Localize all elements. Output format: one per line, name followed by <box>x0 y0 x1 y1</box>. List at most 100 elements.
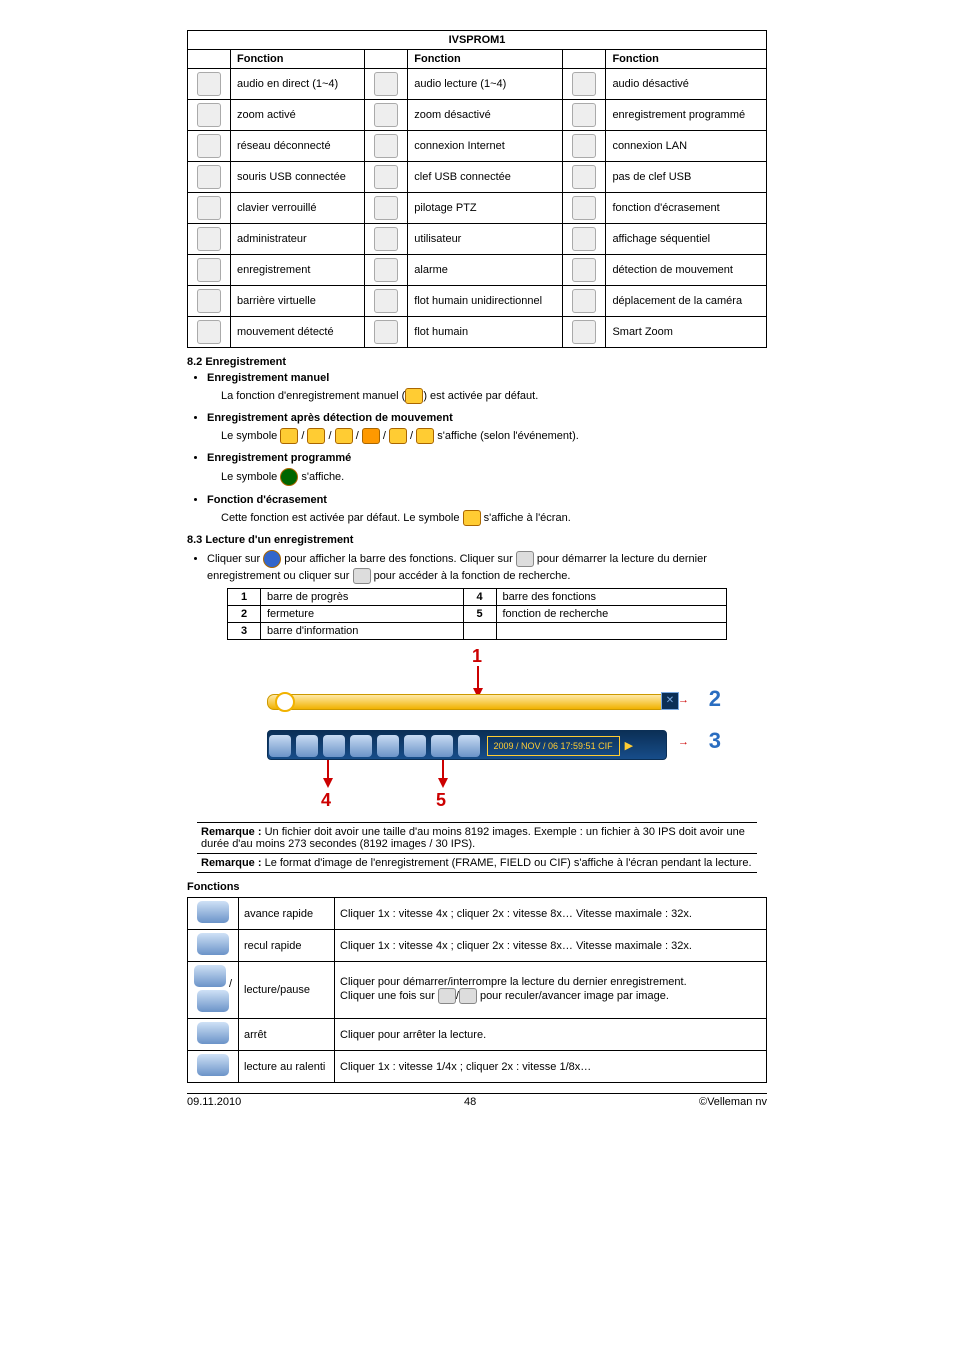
flow-oneway-icon <box>362 428 380 444</box>
cell: flot humain unidirectionnel <box>408 286 563 317</box>
col-header-2: Fonction <box>408 50 563 69</box>
section-8-2-title: 8.2 Enregistrement <box>187 356 767 368</box>
smart-zoom-icon <box>572 320 596 344</box>
admin-icon <box>197 227 221 251</box>
playback-intro: Cliquer sur pour afficher la barre des f… <box>207 550 767 584</box>
cell: souris USB connectée <box>231 162 365 193</box>
usb-mouse-icon <box>197 165 221 189</box>
search-icon <box>353 568 371 584</box>
motion-detected-icon <box>197 320 221 344</box>
skip-forward-button[interactable] <box>377 735 399 757</box>
fast-forward-icon <box>197 901 229 923</box>
arrowhead-5 <box>438 778 448 788</box>
func-desc: Cliquer 1x : vitesse 4x ; cliquer 2x : v… <box>335 898 767 930</box>
annotation-3: 3 <box>709 728 721 754</box>
rec-timer-body: Le symbole s'affiche. <box>221 468 767 486</box>
close-icon: ✕ <box>661 692 679 710</box>
func-desc: Cliquer pour arrêter la lecture. <box>335 1019 767 1051</box>
virtual-fence-icon <box>335 428 353 444</box>
annotation-4: 4 <box>321 790 331 811</box>
section-8-2-list: Enregistrement manuel La fonction d'enre… <box>187 372 767 526</box>
lan-icon <box>572 134 596 158</box>
rewind-button[interactable] <box>296 735 318 757</box>
motion-icon <box>280 428 298 444</box>
cell: enregistrement programmé <box>606 100 767 131</box>
cell: audio lecture (1~4) <box>408 69 563 100</box>
motion-detected-icon <box>416 428 434 444</box>
cell: détection de mouvement <box>606 255 767 286</box>
record-icon <box>197 258 221 282</box>
func-desc: Cliquer pour démarrer/interrompre la lec… <box>335 962 767 1019</box>
function-bar: 2009 / NOV / 06 17:59:51 CIF ▶ <box>267 730 667 760</box>
page-footer: 09.11.2010 ©Velleman nv 48 <box>187 1093 767 1108</box>
fast-forward-button[interactable] <box>350 735 372 757</box>
motion-icon <box>572 258 596 282</box>
func-desc: Cliquer 1x : vitesse 4x ; cliquer 2x : v… <box>335 930 767 962</box>
progress-knob <box>275 692 295 712</box>
overwrite-body: Cette fonction est activée par défaut. L… <box>221 510 767 526</box>
ptz-icon <box>374 196 398 220</box>
timer-rec-icon <box>280 468 298 486</box>
timer-rec-icon <box>572 103 596 127</box>
alarm-icon <box>307 428 325 444</box>
cell: audio désactivé <box>606 69 767 100</box>
annotation-2: 2 <box>709 686 721 712</box>
sequence-icon <box>572 227 596 251</box>
func-name: lecture/pause <box>239 962 335 1019</box>
notes-table: Remarque : Un fichier doit avoir une tai… <box>197 822 757 873</box>
keylock-icon <box>197 196 221 220</box>
audio-off-icon <box>572 72 596 96</box>
overwrite-icon <box>463 510 481 526</box>
slow-button[interactable] <box>431 735 453 757</box>
section-8-3-title: 8.3 Lecture d'un enregistrement <box>187 534 767 546</box>
progress-bar <box>267 694 667 710</box>
rec-manual-body: La fonction d'enregistrement manuel () e… <box>221 388 767 404</box>
annotation-5: 5 <box>436 790 446 811</box>
search-button[interactable] <box>458 735 480 757</box>
rec-manual-head: Enregistrement manuel <box>207 372 329 384</box>
cell: clef USB connectée <box>408 162 563 193</box>
pause-icon <box>197 990 229 1012</box>
play-button[interactable] <box>323 735 345 757</box>
cell: zoom désactivé <box>408 100 563 131</box>
internet-icon <box>374 134 398 158</box>
flow-icon <box>374 320 398 344</box>
cell: fonction d'écrasement <box>606 193 767 224</box>
func-name: arrêt <box>239 1019 335 1051</box>
usb-key-icon <box>374 165 398 189</box>
zoom-on-icon <box>197 103 221 127</box>
functions-title: Fonctions <box>187 881 767 893</box>
footer-page: 48 <box>187 1096 767 1108</box>
func-desc: Cliquer 1x : vitesse 1/4x ; cliquer 2x :… <box>335 1051 767 1083</box>
footer-date: 09.11.2010 <box>187 1096 241 1108</box>
section-8-3-list: Cliquer sur pour afficher la barre des f… <box>187 550 767 584</box>
func-name: lecture au ralenti <box>239 1051 335 1083</box>
functions-table: avance rapide Cliquer 1x : vitesse 4x ; … <box>187 897 767 1083</box>
func-name: avance rapide <box>239 898 335 930</box>
cell: barrière virtuelle <box>231 286 365 317</box>
col-header-3: Fonction <box>606 50 767 69</box>
alarm-icon <box>374 258 398 282</box>
col-header-1: Fonction <box>231 50 365 69</box>
cell: connexion Internet <box>408 131 563 162</box>
cell: mouvement détecté <box>231 317 365 348</box>
cell: administrateur <box>231 224 365 255</box>
stop-icon <box>197 1022 229 1044</box>
flow-oneway-icon <box>374 289 398 313</box>
cell: affichage séquentiel <box>606 224 767 255</box>
cell: déplacement de la caméra <box>606 286 767 317</box>
slow-icon <box>197 1054 229 1076</box>
rec-timer-head: Enregistrement programmé <box>207 452 351 464</box>
annotation-1: 1 <box>472 646 482 667</box>
stop-button[interactable] <box>404 735 426 757</box>
note-1-label: Remarque : <box>201 826 262 838</box>
note-1-text: Un fichier doit avoir une taille d'au mo… <box>201 826 745 850</box>
no-usb-icon <box>572 165 596 189</box>
rewind-icon <box>197 933 229 955</box>
skip-back-button[interactable] <box>269 735 291 757</box>
overwrite-head: Fonction d'écrasement <box>207 494 327 506</box>
zoom-off-icon <box>374 103 398 127</box>
camera-move-icon <box>572 289 596 313</box>
user-icon <box>374 227 398 251</box>
step-forward-icon <box>459 988 477 1004</box>
